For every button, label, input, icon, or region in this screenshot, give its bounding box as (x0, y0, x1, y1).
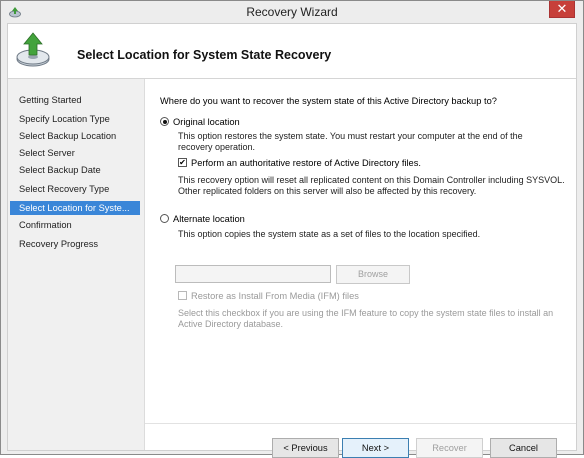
recovery-question: Where do you want to recover the system … (160, 96, 497, 106)
wizard-steps-nav: Getting Started Specify Location Type Se… (8, 79, 145, 450)
authoritative-restore-checkbox[interactable]: ✔ (178, 158, 187, 167)
nav-item-select-server[interactable]: Select Server (10, 146, 140, 160)
original-location-label[interactable]: Original location (173, 117, 240, 127)
nav-item-select-backup-date[interactable]: Select Backup Date (10, 163, 140, 177)
page-title: Select Location for System State Recover… (77, 48, 332, 62)
nav-item-recovery-progress[interactable]: Recovery Progress (10, 237, 140, 251)
nav-item-select-location[interactable]: Select Location for Syste... (10, 201, 140, 215)
recovery-wizard-window: Recovery Wizard ✕ Select Location for Sy… (0, 0, 584, 458)
authoritative-restore-description: This recovery option will reset all repl… (178, 175, 565, 196)
ifm-description: Select this checkbox if you are using th… (178, 308, 554, 329)
original-location-description: This option restores the system state. Y… (178, 131, 523, 152)
wizard-header: Select Location for System State Recover… (8, 24, 576, 79)
close-button[interactable]: ✕ (549, 1, 575, 18)
nav-item-confirmation[interactable]: Confirmation (10, 218, 140, 232)
recover-button[interactable]: Recover (416, 438, 483, 458)
nav-item-select-recovery-type[interactable]: Select Recovery Type (10, 182, 140, 196)
original-location-radio[interactable] (160, 117, 169, 126)
backup-restore-icon (16, 32, 50, 67)
ifm-label[interactable]: Restore as Install From Media (IFM) file… (191, 291, 359, 301)
alternate-location-radio[interactable] (160, 214, 169, 223)
alternate-path-input[interactable] (175, 265, 331, 283)
browse-button[interactable]: Browse (336, 265, 410, 284)
previous-button[interactable]: < Previous (272, 438, 339, 458)
title-bar: Recovery Wizard ✕ (1, 1, 583, 23)
window-title: Recovery Wizard (246, 5, 338, 19)
nav-item-getting-started[interactable]: Getting Started (10, 93, 140, 107)
close-icon: ✕ (556, 1, 568, 16)
ifm-checkbox[interactable] (178, 291, 187, 300)
checkmark-icon: ✔ (179, 158, 186, 167)
wizard-client-area: Select Location for System State Recover… (7, 23, 577, 458)
wizard-main-panel: Where do you want to recover the system … (145, 79, 576, 458)
nav-item-specify-location-type[interactable]: Specify Location Type (10, 112, 140, 126)
authoritative-restore-label[interactable]: Perform an authoritative restore of Acti… (191, 158, 421, 168)
cancel-button[interactable]: Cancel (490, 438, 557, 458)
alternate-location-description: This option copies the system state as a… (178, 229, 481, 239)
alternate-location-label[interactable]: Alternate location (173, 214, 245, 224)
next-button[interactable]: Next > (342, 438, 409, 458)
nav-item-select-backup-location[interactable]: Select Backup Location (10, 129, 140, 143)
button-separator (145, 423, 576, 424)
